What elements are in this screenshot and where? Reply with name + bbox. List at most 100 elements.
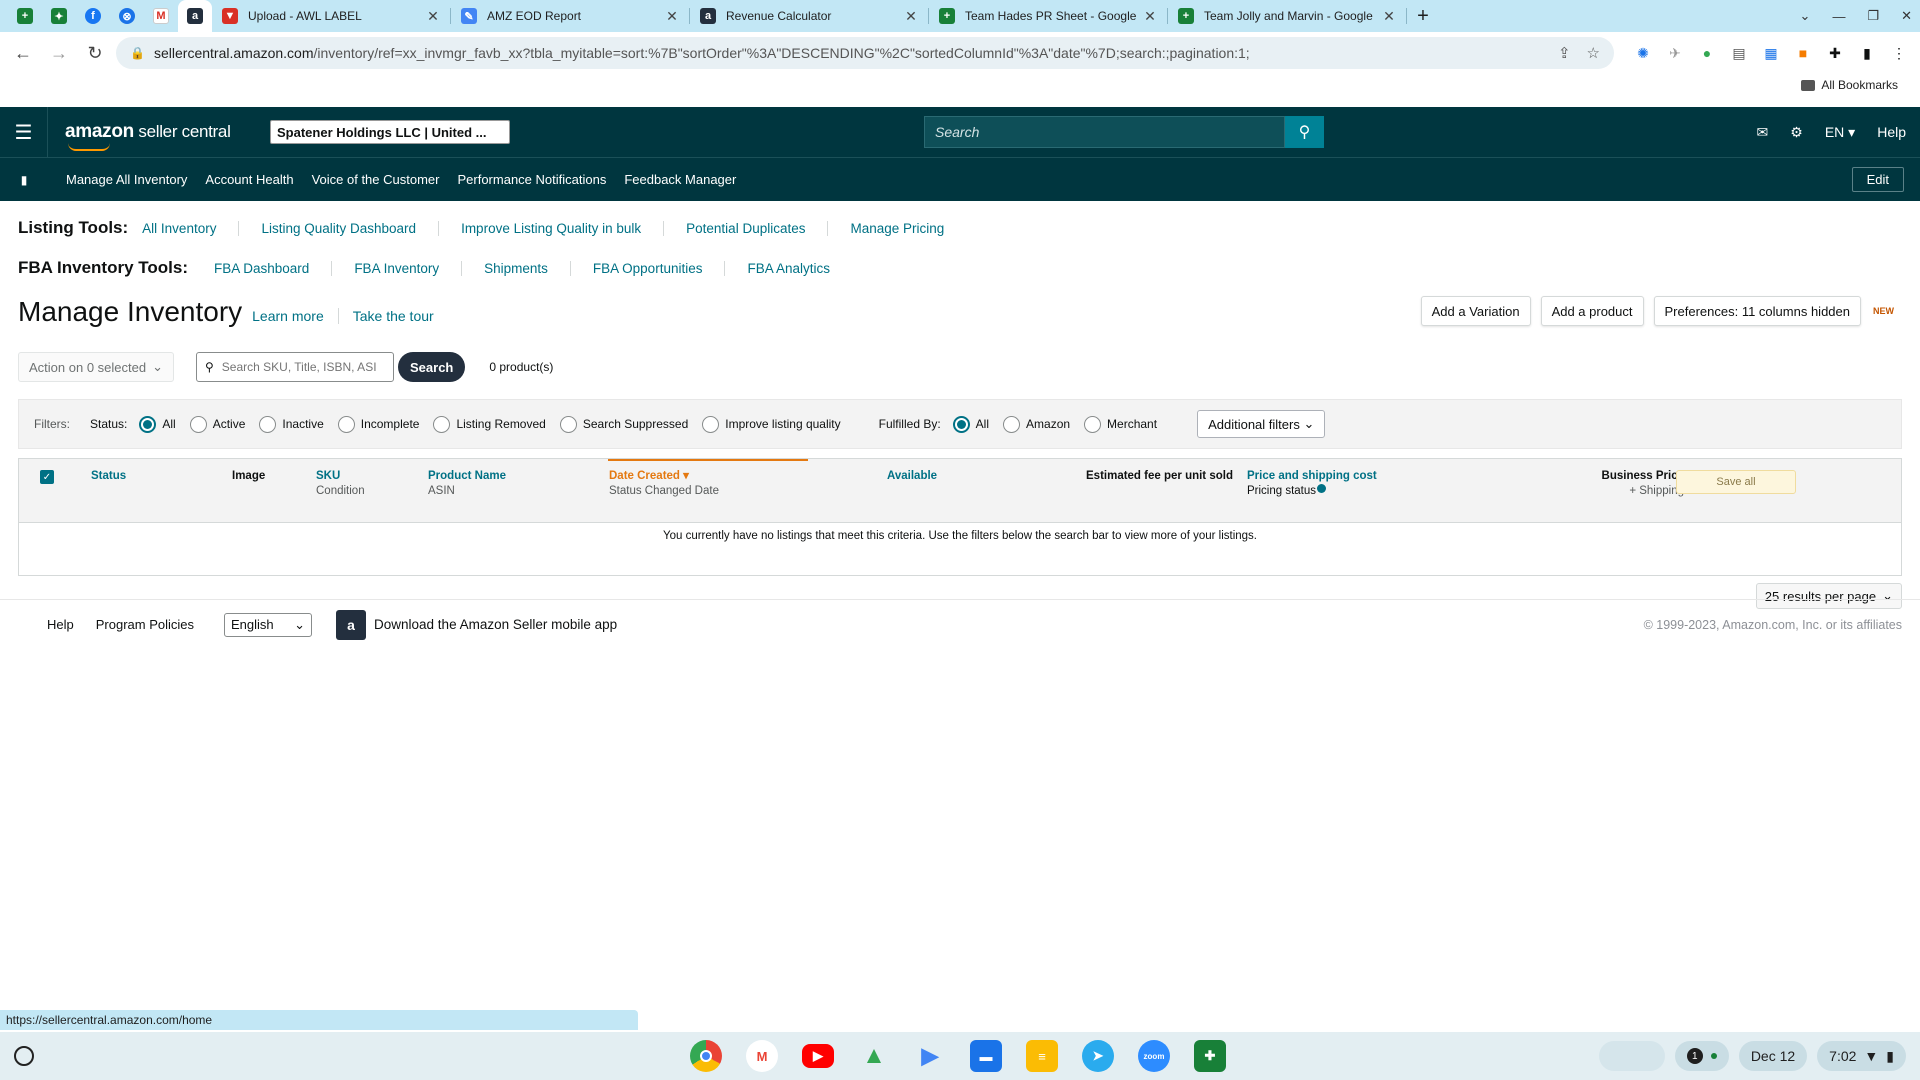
add-product-button[interactable]: Add a product (1540, 296, 1644, 326)
link-fba-dashboard[interactable]: FBA Dashboard (214, 260, 333, 276)
tab-0[interactable]: ▼ Upload - AWL LABEL ✕ (212, 0, 451, 32)
tab-2[interactable]: a Revenue Calculator ✕ (690, 0, 929, 32)
date-pill[interactable]: Dec 12 (1738, 1041, 1808, 1071)
kebab-menu-icon[interactable]: ⋮ (1886, 40, 1912, 66)
hamburger-menu-icon[interactable]: ☰ (0, 107, 48, 157)
all-bookmarks[interactable]: All Bookmarks (1821, 78, 1898, 92)
info-icon[interactable] (1317, 484, 1327, 493)
fulfilled-radio-merchant[interactable]: Merchant (1084, 415, 1157, 433)
nav-manage-all-inventory[interactable]: Manage All Inventory (66, 172, 187, 187)
drive-icon[interactable]: ▲ (858, 1040, 890, 1072)
link-fba-opportunities[interactable]: FBA Opportunities (593, 260, 726, 276)
share-icon[interactable]: ⇪ (1558, 44, 1571, 62)
notes-icon[interactable]: ≡ (1026, 1040, 1058, 1072)
learn-more-link[interactable]: Learn more (252, 308, 339, 324)
minimize-icon[interactable]: — (1832, 9, 1845, 24)
address-bar[interactable]: 🔒 sellercentral.amazon.com/inventory/ref… (116, 37, 1614, 69)
tab-3[interactable]: + Team Hades PR Sheet - Google ✕ (929, 0, 1168, 32)
pinned-tab-app[interactable]: ⊗ (110, 0, 144, 32)
search-icon[interactable]: ⚲ (1285, 116, 1324, 148)
nav-feedback-manager[interactable]: Feedback Manager (624, 172, 736, 187)
status-radio-active[interactable]: Active (189, 415, 245, 433)
notification-pill[interactable]: 1 (1674, 1041, 1729, 1071)
nav-performance-notifications[interactable]: Performance Notifications (457, 172, 606, 187)
inventory-search-input[interactable] (221, 360, 382, 374)
chrome-icon[interactable] (690, 1040, 722, 1072)
extension-icon[interactable]: ▦ (1758, 40, 1784, 66)
close-window-icon[interactable]: ✕ (1901, 8, 1912, 24)
status-radio-search-suppressed[interactable]: Search Suppressed (559, 415, 688, 433)
link-fba-analytics[interactable]: FBA Analytics (747, 261, 852, 276)
link-all-inventory[interactable]: All Inventory (142, 220, 240, 236)
tab-4[interactable]: + Team Jolly and Marvin - Google ✕ (1168, 0, 1407, 32)
footer-help-link[interactable]: Help (47, 617, 74, 632)
status-radio-incomplete[interactable]: Incomplete (337, 415, 419, 433)
back-button[interactable]: ← (8, 38, 38, 68)
youtube-icon[interactable]: ▶ (802, 1044, 834, 1068)
close-icon[interactable]: ✕ (1142, 8, 1158, 25)
status-radio-inactive[interactable]: Inactive (259, 415, 324, 433)
store-selector[interactable]: Spatener Holdings LLC | United ... (270, 120, 510, 144)
restore-icon[interactable]: ❐ (1867, 8, 1879, 24)
status-radio-all[interactable]: All (139, 415, 176, 433)
gear-icon[interactable]: ⚙ (1790, 124, 1803, 141)
link-listing-quality-dashboard[interactable]: Listing Quality Dashboard (261, 220, 440, 236)
status-radio-listing-removed[interactable]: Listing Removed (433, 415, 546, 433)
fulfilled-radio-all[interactable]: All (952, 415, 989, 433)
extension-icon[interactable]: ● (1694, 40, 1720, 66)
mail-icon[interactable]: ✉ (1757, 124, 1769, 141)
language-selector[interactable]: EN ▾ (1825, 124, 1855, 141)
close-icon[interactable]: ✕ (903, 8, 919, 25)
forward-button[interactable]: → (44, 38, 74, 68)
edit-button[interactable]: Edit (1851, 167, 1904, 192)
sidepanel-icon[interactable]: ▮ (1854, 40, 1880, 66)
action-select[interactable]: Action on 0 selected ⌄ (18, 352, 174, 382)
col-date-created[interactable]: Date Created ▾ Status Changed Date (609, 469, 719, 499)
select-all-checkbox[interactable]: ✓ (40, 470, 54, 484)
close-icon[interactable]: ✕ (425, 8, 441, 25)
star-icon[interactable]: ☆ (1587, 44, 1600, 62)
tray-thumbnails[interactable] (1598, 1041, 1665, 1071)
additional-filters-button[interactable]: Additional filters ⌄ (1197, 410, 1326, 438)
puzzle-icon[interactable]: ✚ (1822, 40, 1848, 66)
download-app-link[interactable]: Download the Amazon Seller mobile app (374, 617, 617, 632)
footer-program-policies-link[interactable]: Program Policies (96, 617, 194, 632)
search-button[interactable]: Search (398, 352, 466, 382)
sheets-icon[interactable]: ✚ (1194, 1040, 1226, 1072)
link-improve-listing-quality[interactable]: Improve Listing Quality in bulk (461, 220, 665, 236)
launcher-icon[interactable] (14, 1046, 34, 1066)
close-icon[interactable]: ✕ (1381, 8, 1397, 25)
link-potential-duplicates[interactable]: Potential Duplicates (686, 220, 829, 236)
bookmark-icon[interactable]: ▮ (0, 173, 48, 187)
zoom-icon[interactable]: zoom (1138, 1040, 1170, 1072)
col-product-name[interactable]: Product Name ASIN (428, 469, 506, 499)
help-link[interactable]: Help (1877, 124, 1906, 140)
extension-icon[interactable]: ✈ (1662, 40, 1688, 66)
reload-button[interactable]: ↻ (80, 38, 110, 68)
link-manage-pricing[interactable]: Manage Pricing (850, 221, 966, 236)
save-all-button[interactable]: Save all (1676, 470, 1796, 494)
play-store-icon[interactable]: ▶ (914, 1040, 946, 1072)
tab-1[interactable]: ✎ AMZ EOD Report ✕ (451, 0, 690, 32)
pinned-tab-sheets[interactable]: + (8, 0, 42, 32)
close-icon[interactable]: ✕ (664, 8, 680, 25)
seller-central-logo[interactable]: amazon seller central (48, 121, 260, 151)
extension-icon[interactable]: ▤ (1726, 40, 1752, 66)
take-tour-link[interactable]: Take the tour (353, 308, 448, 324)
link-fba-inventory[interactable]: FBA Inventory (354, 260, 463, 276)
chevron-down-icon[interactable]: ⌄ (1800, 8, 1811, 24)
gmail-icon[interactable]: M (746, 1040, 778, 1072)
files-icon[interactable]: ▬ (970, 1040, 1002, 1072)
fulfilled-radio-amazon[interactable]: Amazon (1003, 415, 1070, 433)
col-price-shipping[interactable]: Price and shipping cost Pricing status (1247, 469, 1377, 499)
nav-account-health[interactable]: Account Health (205, 172, 293, 187)
status-area[interactable]: 7:02 ▼ ▮ (1817, 1041, 1906, 1071)
nav-voice-of-customer[interactable]: Voice of the Customer (312, 172, 440, 187)
col-status[interactable]: Status (91, 469, 126, 484)
extension-icon[interactable]: ■ (1790, 40, 1816, 66)
pinned-tab-amazon-active[interactable]: a (178, 0, 212, 32)
amazon-app-icon[interactable]: a (336, 609, 367, 640)
telegram-icon[interactable]: ➤ (1082, 1040, 1114, 1072)
status-radio-improve-quality[interactable]: Improve listing quality (702, 415, 841, 433)
add-variation-button[interactable]: Add a Variation (1420, 296, 1531, 326)
